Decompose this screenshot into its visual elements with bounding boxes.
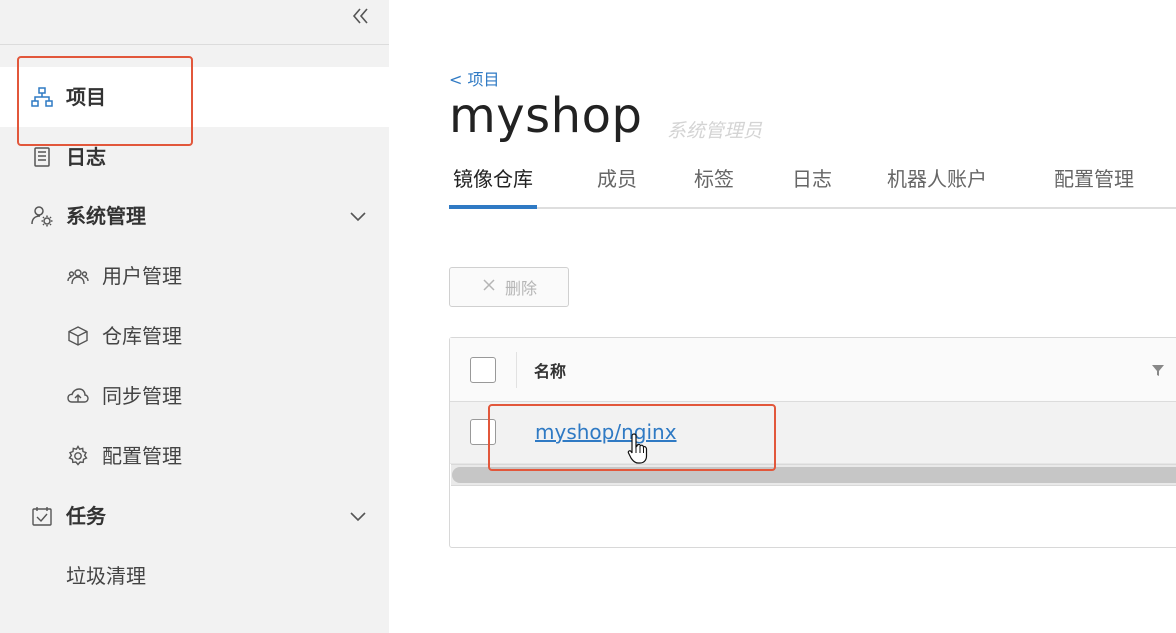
column-header-name[interactable]: 名称 bbox=[534, 358, 566, 382]
row-checkbox[interactable] bbox=[470, 419, 496, 445]
chevron-down-icon[interactable] bbox=[348, 506, 368, 526]
projects-icon bbox=[30, 85, 54, 109]
sidebar-item-logs[interactable]: 日志 bbox=[0, 127, 389, 187]
page-title: myshop bbox=[449, 88, 643, 144]
sidebar-item-replication-management[interactable]: 同步管理 bbox=[0, 366, 389, 426]
breadcrumb-back-link[interactable]: < 项目 bbox=[449, 66, 500, 90]
tab-robot-accounts[interactable]: 机器人账户 bbox=[883, 160, 991, 207]
close-x-icon bbox=[481, 277, 497, 297]
sidebar-divider bbox=[0, 44, 389, 45]
tab-labels[interactable]: 标签 bbox=[690, 160, 738, 207]
repository-name-link[interactable]: myshop/nginx bbox=[535, 420, 677, 444]
table-header: 名称 bbox=[450, 338, 1176, 402]
delete-button[interactable]: 删除 bbox=[449, 267, 569, 307]
sidebar-item-garbage-collection[interactable]: 垃圾清理 bbox=[0, 546, 389, 606]
sidebar-item-label: 同步管理 bbox=[102, 384, 182, 408]
sidebar: 项目 日志 系统管理 用户管理 仓库管理 同步管理 配置管理 任务 垃圾清理 bbox=[0, 0, 389, 633]
table-row[interactable]: myshop/nginx bbox=[450, 402, 1176, 464]
tab-bar: 镜像仓库 成员 标签 日志 机器人账户 配置管理 bbox=[449, 160, 1176, 209]
scrollbar-thumb[interactable] bbox=[452, 467, 1176, 483]
sidebar-item-label: 垃圾清理 bbox=[66, 564, 146, 588]
sidebar-item-tasks[interactable]: 任务 bbox=[0, 486, 389, 546]
tab-configuration[interactable]: 配置管理 bbox=[1050, 160, 1138, 207]
main-content: < 项目 myshop 系统管理员 镜像仓库 成员 标签 日志 机器人账户 配置… bbox=[389, 0, 1176, 633]
horizontal-scrollbar[interactable] bbox=[451, 464, 1176, 486]
double-chevron-left-icon[interactable] bbox=[348, 4, 372, 28]
sidebar-item-registry-management[interactable]: 仓库管理 bbox=[0, 306, 389, 366]
chevron-down-icon[interactable] bbox=[348, 206, 368, 226]
users-icon bbox=[67, 265, 89, 287]
cloud-sync-icon bbox=[67, 385, 89, 407]
box-icon bbox=[67, 325, 89, 347]
tab-logs[interactable]: 日志 bbox=[788, 160, 836, 207]
sidebar-item-label: 仓库管理 bbox=[102, 324, 182, 348]
admin-gear-user-icon bbox=[30, 204, 54, 228]
sidebar-item-configuration[interactable]: 配置管理 bbox=[0, 426, 389, 486]
sidebar-item-system-admin[interactable]: 系统管理 bbox=[0, 186, 389, 246]
log-icon bbox=[30, 145, 54, 169]
sidebar-item-label: 用户管理 bbox=[102, 264, 182, 288]
column-divider bbox=[516, 352, 517, 388]
tab-members[interactable]: 成员 bbox=[593, 160, 641, 207]
role-label: 系统管理员 bbox=[667, 120, 763, 142]
sidebar-item-label: 系统管理 bbox=[66, 204, 146, 228]
sidebar-item-projects[interactable]: 项目 bbox=[0, 67, 389, 127]
delete-button-label: 删除 bbox=[504, 279, 537, 298]
tab-repositories[interactable]: 镜像仓库 bbox=[449, 160, 537, 209]
select-all-checkbox[interactable] bbox=[470, 357, 496, 383]
sidebar-item-label: 配置管理 bbox=[102, 444, 182, 468]
sidebar-item-label: 任务 bbox=[66, 504, 106, 528]
app-window: 项目 日志 系统管理 用户管理 仓库管理 同步管理 配置管理 任务 垃圾清理 <… bbox=[0, 0, 1176, 633]
calendar-check-icon bbox=[30, 504, 54, 528]
filter-icon[interactable] bbox=[1150, 362, 1166, 378]
sidebar-item-label: 项目 bbox=[66, 85, 106, 109]
sidebar-item-label: 日志 bbox=[66, 145, 106, 169]
sidebar-item-user-management[interactable]: 用户管理 bbox=[0, 246, 389, 306]
gear-icon bbox=[67, 445, 89, 467]
repository-table: 名称 myshop/nginx bbox=[449, 337, 1176, 548]
